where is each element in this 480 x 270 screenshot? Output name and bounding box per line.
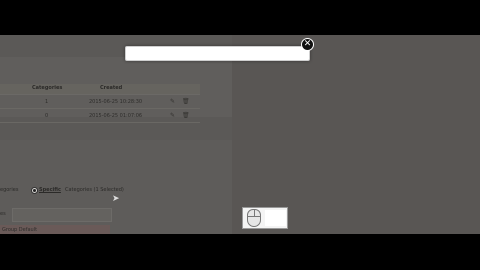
row-categories: 1	[45, 99, 49, 105]
column-header-categories: Categories	[32, 85, 63, 91]
screen-frame: Categories Created 1 2015-06-25 10:28:30…	[0, 35, 480, 234]
filter-label: egories	[0, 187, 19, 193]
text-field[interactable]	[12, 208, 112, 222]
specific-radio[interactable]	[31, 187, 38, 194]
mouse-cursor: ➤	[112, 194, 120, 204]
row-created: 2015-06-25 01:07:06	[89, 113, 143, 119]
trash-icon[interactable]: 🗑	[182, 98, 190, 105]
edit-icon[interactable]: ✎	[170, 112, 175, 119]
modal-dialog[interactable]	[125, 46, 310, 61]
mouse-click-indicator	[242, 207, 288, 229]
edit-icon[interactable]: ✎	[170, 98, 175, 105]
row-created: 2015-06-25 10:28:30	[89, 99, 143, 105]
close-icon[interactable]: ✕	[301, 38, 314, 51]
specific-radio-label[interactable]: Specific	[39, 187, 61, 193]
field-label: es	[0, 211, 6, 217]
indicator-panel	[265, 210, 286, 226]
row-categories: 0	[45, 113, 49, 119]
trash-icon[interactable]: 🗑	[182, 112, 190, 119]
group-default-strip: Group Default	[0, 225, 110, 234]
dimmed-page: Categories Created 1 2015-06-25 10:28:30…	[0, 35, 232, 234]
group-default-label: Group Default	[2, 227, 38, 233]
mouse-icon	[247, 209, 261, 227]
selected-count: Categories (1 Selected)	[65, 187, 124, 193]
column-header-created: Created	[100, 85, 123, 91]
